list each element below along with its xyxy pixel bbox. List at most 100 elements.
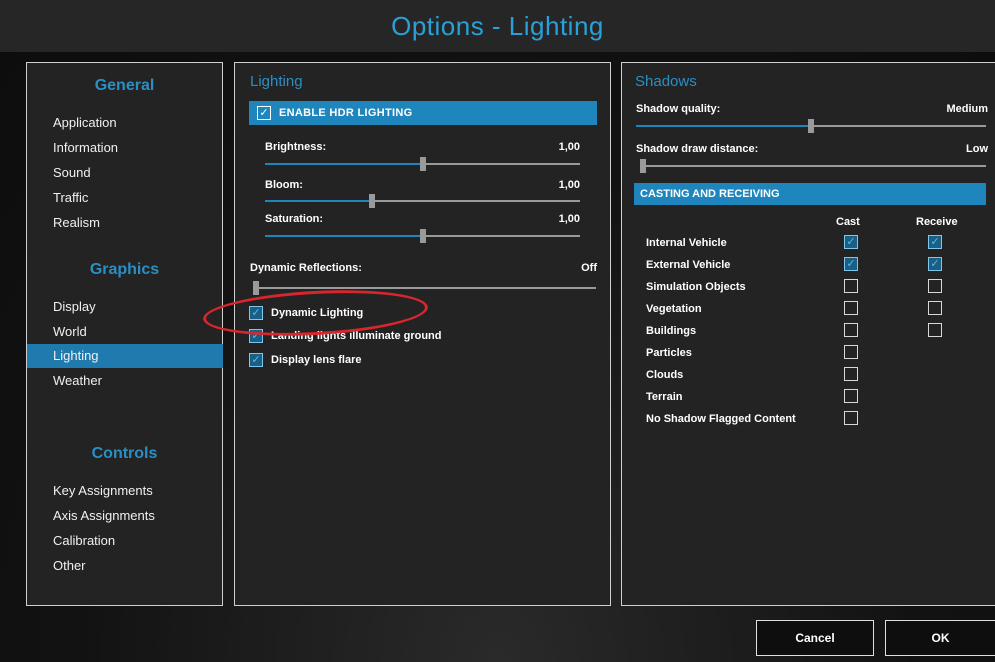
sidebar-category-general: General bbox=[94, 77, 155, 94]
sidebar-item-key-assignments[interactable]: Key Assignments bbox=[27, 479, 223, 503]
checkbox-checked-icon[interactable]: ✓ bbox=[249, 306, 263, 320]
slider-fill bbox=[636, 125, 811, 127]
shadow-quality-label: Shadow quality: bbox=[636, 103, 721, 115]
saturation-label: Saturation: bbox=[265, 213, 324, 225]
sidebar-item-application[interactable]: Application bbox=[27, 111, 223, 135]
cast-checkbox-icon[interactable] bbox=[844, 411, 858, 425]
cast-checkbox-checked-icon[interactable]: ✓ bbox=[844, 257, 858, 271]
sidebar-item-information[interactable]: Information bbox=[27, 136, 223, 160]
shadows-section-title: Shadows bbox=[635, 73, 697, 90]
sidebar-item-weather[interactable]: Weather bbox=[27, 369, 223, 393]
bloom-value: 1,00 bbox=[558, 179, 580, 191]
sidebar-item-traffic[interactable]: Traffic bbox=[27, 186, 223, 210]
cast-checkbox-icon[interactable] bbox=[844, 323, 858, 337]
table-row: Internal Vehicle ✓ ✓ bbox=[646, 233, 986, 255]
table-row: Particles bbox=[646, 343, 986, 365]
brightness-slider[interactable] bbox=[265, 157, 580, 171]
cast-checkbox-icon[interactable] bbox=[844, 367, 858, 381]
slider-thumb[interactable] bbox=[419, 157, 426, 171]
lighting-section-title: Lighting bbox=[250, 73, 303, 90]
cast-checkbox-icon[interactable] bbox=[844, 345, 858, 359]
table-row: Simulation Objects bbox=[646, 277, 986, 299]
slider-thumb[interactable] bbox=[419, 229, 426, 243]
brightness-setting: Brightness: 1,00 bbox=[265, 141, 580, 155]
table-row: Buildings bbox=[646, 321, 986, 343]
sidebar-item-world[interactable]: World bbox=[27, 320, 223, 344]
row-label: External Vehicle bbox=[646, 259, 731, 271]
cast-checkbox-icon[interactable] bbox=[844, 279, 858, 293]
sidebar-item-other[interactable]: Other bbox=[27, 554, 223, 578]
sidebar-category-graphics: Graphics bbox=[89, 261, 160, 278]
table-row: External Vehicle ✓ ✓ bbox=[646, 255, 986, 277]
sidebar-item-lighting[interactable]: Lighting bbox=[27, 344, 223, 368]
shadow-draw-distance-label: Shadow draw distance: bbox=[636, 143, 759, 155]
saturation-value: 1,00 bbox=[558, 213, 580, 225]
slider-fill bbox=[265, 200, 373, 202]
slider-thumb[interactable] bbox=[369, 194, 376, 208]
sidebar-item-axis-assignments[interactable]: Axis Assignments bbox=[27, 504, 223, 528]
saturation-setting: Saturation: 1,00 bbox=[265, 213, 580, 227]
dynamic-reflections-value: Off bbox=[581, 262, 597, 274]
shadow-draw-distance-setting: Shadow draw distance: Low bbox=[636, 143, 988, 157]
slider-thumb[interactable] bbox=[808, 119, 814, 133]
cast-column-header: Cast bbox=[836, 216, 860, 228]
shadow-draw-distance-value: Low bbox=[966, 143, 988, 155]
row-label: Vegetation bbox=[646, 303, 702, 315]
slider-fill bbox=[265, 235, 423, 237]
table-row: Vegetation bbox=[646, 299, 986, 321]
bloom-setting: Bloom: 1,00 bbox=[265, 179, 580, 193]
receive-checkbox-icon[interactable] bbox=[928, 279, 942, 293]
lens-flare-label: Display lens flare bbox=[271, 354, 362, 366]
dynamic-lighting-option[interactable]: ✓ Dynamic Lighting bbox=[249, 306, 363, 320]
row-label: Internal Vehicle bbox=[646, 237, 727, 249]
row-label: Buildings bbox=[646, 325, 697, 337]
receive-column-header: Receive bbox=[916, 216, 958, 228]
row-label: Terrain bbox=[646, 391, 683, 403]
shadow-draw-distance-slider[interactable] bbox=[640, 159, 986, 173]
row-label: Particles bbox=[646, 347, 692, 359]
sidebar-item-sound[interactable]: Sound bbox=[27, 161, 223, 185]
shadow-quality-value: Medium bbox=[946, 103, 988, 115]
enable-hdr-label: ENABLE HDR LIGHTING bbox=[279, 107, 413, 119]
sidebar-item-realism[interactable]: Realism bbox=[27, 211, 223, 235]
lighting-panel: Lighting ✓ ENABLE HDR LIGHTING Brightnes… bbox=[234, 62, 611, 606]
dynamic-reflections-label: Dynamic Reflections: bbox=[250, 262, 362, 274]
cast-checkbox-checked-icon[interactable]: ✓ bbox=[844, 235, 858, 249]
sidebar-item-display[interactable]: Display bbox=[27, 295, 223, 319]
landing-lights-label: Landing lights illuminate ground bbox=[271, 330, 442, 342]
table-row: Terrain bbox=[646, 387, 986, 409]
shadow-quality-slider[interactable] bbox=[636, 119, 986, 133]
receive-checkbox-checked-icon[interactable]: ✓ bbox=[928, 257, 942, 271]
row-label: No Shadow Flagged Content bbox=[646, 413, 796, 425]
table-row: Clouds bbox=[646, 365, 986, 387]
dynamic-lighting-label: Dynamic Lighting bbox=[271, 307, 364, 319]
row-label: Simulation Objects bbox=[646, 281, 746, 293]
dynamic-reflections-setting: Dynamic Reflections: Off bbox=[250, 262, 597, 276]
saturation-slider[interactable] bbox=[265, 229, 580, 243]
brightness-label: Brightness: bbox=[265, 141, 327, 153]
window-title: Options - Lighting bbox=[391, 10, 604, 41]
checkbox-checked-icon[interactable]: ✓ bbox=[257, 106, 271, 120]
title-bar: Options - Lighting bbox=[0, 0, 995, 52]
sidebar-category-controls: Controls bbox=[91, 445, 158, 462]
receive-checkbox-icon[interactable] bbox=[928, 301, 942, 315]
receive-checkbox-checked-icon[interactable]: ✓ bbox=[928, 235, 942, 249]
dynamic-reflections-slider[interactable] bbox=[253, 281, 596, 295]
bloom-label: Bloom: bbox=[265, 179, 303, 191]
sidebar: General Application Information Sound Tr… bbox=[26, 62, 223, 606]
ok-button[interactable]: OK bbox=[885, 620, 995, 656]
bloom-slider[interactable] bbox=[265, 194, 580, 208]
sidebar-item-calibration[interactable]: Calibration bbox=[27, 529, 223, 553]
casting-receiving-header: CASTING AND RECEIVING bbox=[634, 183, 986, 205]
slider-thumb[interactable] bbox=[253, 281, 259, 295]
lens-flare-option[interactable]: ✓ Display lens flare bbox=[249, 353, 362, 367]
slider-thumb[interactable] bbox=[640, 159, 646, 173]
checkbox-checked-icon[interactable]: ✓ bbox=[249, 329, 263, 343]
cast-checkbox-icon[interactable] bbox=[844, 389, 858, 403]
landing-lights-option[interactable]: ✓ Landing lights illuminate ground bbox=[249, 329, 442, 343]
checkbox-checked-icon[interactable]: ✓ bbox=[249, 353, 263, 367]
cast-checkbox-icon[interactable] bbox=[844, 301, 858, 315]
cancel-button[interactable]: Cancel bbox=[756, 620, 874, 656]
enable-hdr-lighting-toggle[interactable]: ✓ ENABLE HDR LIGHTING bbox=[249, 101, 597, 125]
receive-checkbox-icon[interactable] bbox=[928, 323, 942, 337]
